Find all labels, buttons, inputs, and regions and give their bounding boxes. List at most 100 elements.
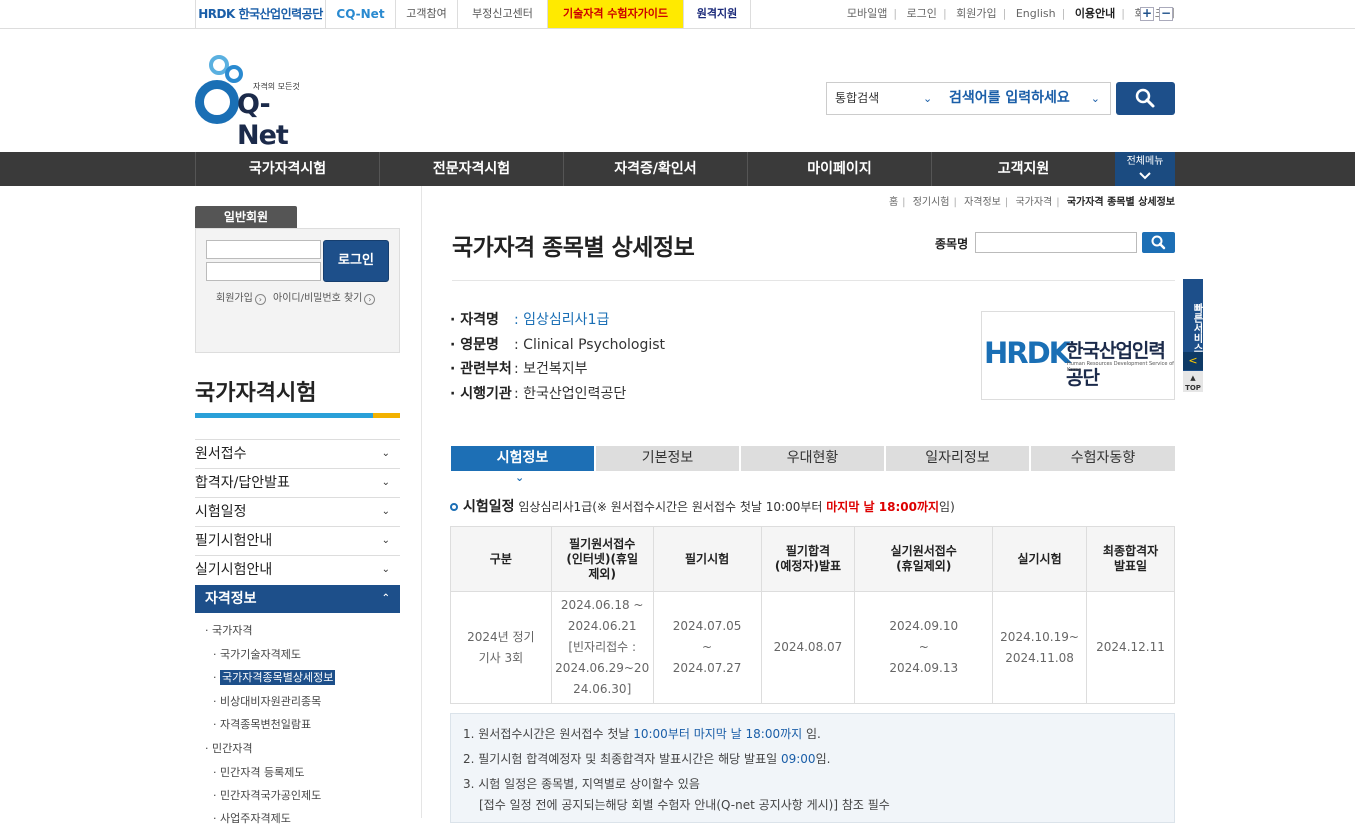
chevron-down-icon: ⌄ xyxy=(381,564,390,575)
zoom-in-button[interactable]: + xyxy=(1140,7,1154,21)
gnb-national-exam[interactable]: 국가자격시험 xyxy=(195,152,379,186)
chevron-left-icon[interactable]: < xyxy=(1183,352,1203,370)
table-cell: 2024.07.05 ~ 2024.07.27 xyxy=(652,591,762,704)
title-divider xyxy=(452,280,1175,281)
chevron-down-icon: ⌄ xyxy=(1090,92,1100,105)
password-input[interactable] xyxy=(206,262,321,281)
note-item: 1. 원서접수시간은 원서접수 첫날 10:00부터 마지막 날 18:00까지… xyxy=(463,727,821,741)
scroll-top-button[interactable]: ▲ TOP xyxy=(1183,371,1203,392)
table-header: 구분 xyxy=(450,526,552,592)
chevron-down-icon: ⌄ xyxy=(515,471,525,484)
tab-preference[interactable]: 우대현황 xyxy=(740,446,884,471)
search-box: 통합검색 ⌄ 검색어를 입력하세요 ⌄ xyxy=(826,82,1111,115)
schedule-heading: 시험일정 임상심리사1급(※ 원서접수시간은 원서접수 첫날 10:00부터 마… xyxy=(450,496,955,516)
sub-item-system[interactable]: · 국가기술자격제도 xyxy=(213,646,301,662)
login-button[interactable]: 로그인 xyxy=(323,240,389,282)
table-header: 필기합격 (예정자)발표 xyxy=(760,526,856,592)
zoom-out-button[interactable]: − xyxy=(1159,7,1173,21)
lnb-item-schedule[interactable]: 시험일정 ⌄ xyxy=(195,497,400,526)
login-link[interactable]: 로그인 xyxy=(907,7,937,20)
english-link[interactable]: English xyxy=(1016,7,1056,20)
gnb-professional-exam[interactable]: 전문자격시험 xyxy=(379,152,563,186)
sub-item-private[interactable]: · 민간자격 xyxy=(205,740,252,756)
sub-item-emergency[interactable]: · 비상대비자원관리종목 xyxy=(213,693,321,709)
chevron-down-icon: ⌄ xyxy=(923,92,933,105)
logo-circle-icon xyxy=(225,65,243,83)
lnb-item-written-guide[interactable]: 필기시험안내 ⌄ xyxy=(195,526,400,555)
tab-candidate-trends[interactable]: 수험자동향 xyxy=(1030,446,1175,471)
customer-participation-link[interactable]: 고객참여 xyxy=(395,0,457,28)
table-cell: 2024.09.10 ~ 2024.09.13 xyxy=(854,591,994,704)
join-link[interactable]: 회원가입 › xyxy=(216,293,270,305)
cqnet-link[interactable]: CQ-Net xyxy=(325,0,395,28)
breadcrumb-item[interactable]: 자격정보 xyxy=(964,197,1001,208)
info-ministry: · 관련부처: 보건복지부 xyxy=(450,361,588,377)
search-scope-select[interactable]: 통합검색 xyxy=(835,83,879,114)
find-account-link[interactable]: 아이디/비밀번호 찾기 › xyxy=(273,293,379,305)
top-utility-bar: HRDK 한국산업인력공단 CQ-Net 고객참여 부정신고센터 기술자격 수험… xyxy=(0,0,1355,29)
top-right-links: 모바일앱 | 로그인 | 회원가입 | English | 이용안내 | 화면크기 xyxy=(846,7,1175,20)
sub-item-national[interactable]: · 국가자격 xyxy=(205,622,252,638)
search-button[interactable] xyxy=(1116,82,1175,115)
lnb-item-results[interactable]: 합격자/답안발표 ⌄ xyxy=(195,468,400,497)
mobile-app-link[interactable]: 모바일앱 xyxy=(847,7,887,20)
sub-item-history[interactable]: · 자격종목변천일람표 xyxy=(213,716,311,732)
search-input[interactable]: 검색어를 입력하세요 xyxy=(949,83,1070,114)
exam-guide-link[interactable]: 기술자격 수험자가이드 xyxy=(547,0,683,28)
table-cell: 2024.08.07 xyxy=(760,591,856,704)
gnb-mypage[interactable]: 마이페이지 xyxy=(747,152,931,186)
member-type-tab[interactable]: 일반회원 xyxy=(195,206,297,228)
lnb-item-practical-guide[interactable]: 실기시험안내 ⌄ xyxy=(195,555,400,584)
tab-exam-info[interactable]: 시험정보 xyxy=(450,446,594,471)
table-cell: 2024.12.11 xyxy=(1086,591,1175,704)
breadcrumb-home[interactable]: 홈 xyxy=(889,197,898,208)
sub-item-private-register[interactable]: · 민간자격 등록제도 xyxy=(213,764,304,780)
report-center-link[interactable]: 부정신고센터 xyxy=(457,0,547,28)
item-search-button[interactable] xyxy=(1142,232,1175,253)
sub-item-private-official[interactable]: · 민간자격국가공인제도 xyxy=(213,787,321,803)
agency-name-en: Human Resources Development Service of K… xyxy=(1067,361,1174,373)
search-icon xyxy=(1135,88,1155,108)
gnb-customer-support[interactable]: 고객지원 xyxy=(931,152,1115,186)
gnb-certificate[interactable]: 자격증/확인서 xyxy=(563,152,747,186)
breadcrumb-item[interactable]: 국가자격 xyxy=(1015,197,1052,208)
breadcrumb-item[interactable]: 정기시험 xyxy=(913,197,950,208)
hrdk-logo-text: HRDK xyxy=(984,336,1071,370)
schedule-notes: 1. 원서접수시간은 원서접수 첫날 10:00부터 마지막 날 18:00까지… xyxy=(450,713,1175,823)
table-row: 2024년 정기 기사 3회 2024.06.18 ~ 2024.06.21 [… xyxy=(450,591,1175,704)
breadcrumb-current: 국가자격 종목별 상세정보 xyxy=(1066,197,1175,208)
logo-text: Q-Net xyxy=(237,89,289,151)
tab-basic-info[interactable]: 기본정보 xyxy=(595,446,739,471)
chevron-right-icon: › xyxy=(364,294,376,305)
search-icon xyxy=(1151,235,1166,250)
id-input[interactable] xyxy=(206,240,321,259)
tab-jobs[interactable]: 일자리정보 xyxy=(885,446,1029,471)
schedule-table: 구분 필기원서접수 (인터넷)(휴일 제외) 필기시험 필기합격 (예정자)발표… xyxy=(450,526,1175,704)
chevron-right-icon: › xyxy=(254,294,266,305)
chevron-up-icon: ⌃ xyxy=(381,593,390,604)
lnb-item-qualification-info[interactable]: 자격정보 ⌃ xyxy=(195,585,400,613)
qnet-logo[interactable]: 자격의 모든것 Q-Net xyxy=(195,55,310,151)
info-english-name: · 영문명: Clinical Psychologist xyxy=(450,337,666,353)
usage-guide-link[interactable]: 이용안내 xyxy=(1075,7,1115,20)
content-divider xyxy=(421,186,422,818)
hrdk-link[interactable]: HRDK 한국산업인력공단 xyxy=(195,0,325,28)
item-search-input[interactable] xyxy=(975,232,1137,253)
chevron-down-icon: ⌄ xyxy=(381,477,390,488)
bullet-icon xyxy=(450,503,458,511)
table-cell: 2024년 정기 기사 3회 xyxy=(450,591,552,704)
remote-support-link[interactable]: 원격지원 xyxy=(683,0,751,28)
sub-item-detail[interactable]: · 국가자격종목별상세정보 xyxy=(213,669,336,685)
table-header: 실기원서접수 (휴일제외) xyxy=(854,526,994,592)
table-cell: 2024.06.18 ~ 2024.06.21 [빈자리접수 : 2024.06… xyxy=(550,591,654,704)
chevron-down-icon xyxy=(1139,172,1151,180)
table-header: 필기시험 xyxy=(652,526,762,592)
lnb-item-application[interactable]: 원서접수 ⌄ xyxy=(195,439,400,468)
info-qualification-name: · 자격명: 임상심리사1급 xyxy=(450,312,610,328)
note-item: 2. 필기시험 합격예정자 및 최종합격자 발표시간은 해당 발표일 09:00… xyxy=(463,752,831,766)
signup-link[interactable]: 회원가입 xyxy=(956,7,996,20)
info-agency: · 시행기관: 한국산업인력공단 xyxy=(450,386,627,402)
all-menu-button[interactable]: 전체메뉴 xyxy=(1115,152,1175,186)
page-title: 국가자격 종목별 상세정보 xyxy=(452,235,695,261)
sub-item-employer[interactable]: · 사업주자격제도 xyxy=(213,810,291,826)
